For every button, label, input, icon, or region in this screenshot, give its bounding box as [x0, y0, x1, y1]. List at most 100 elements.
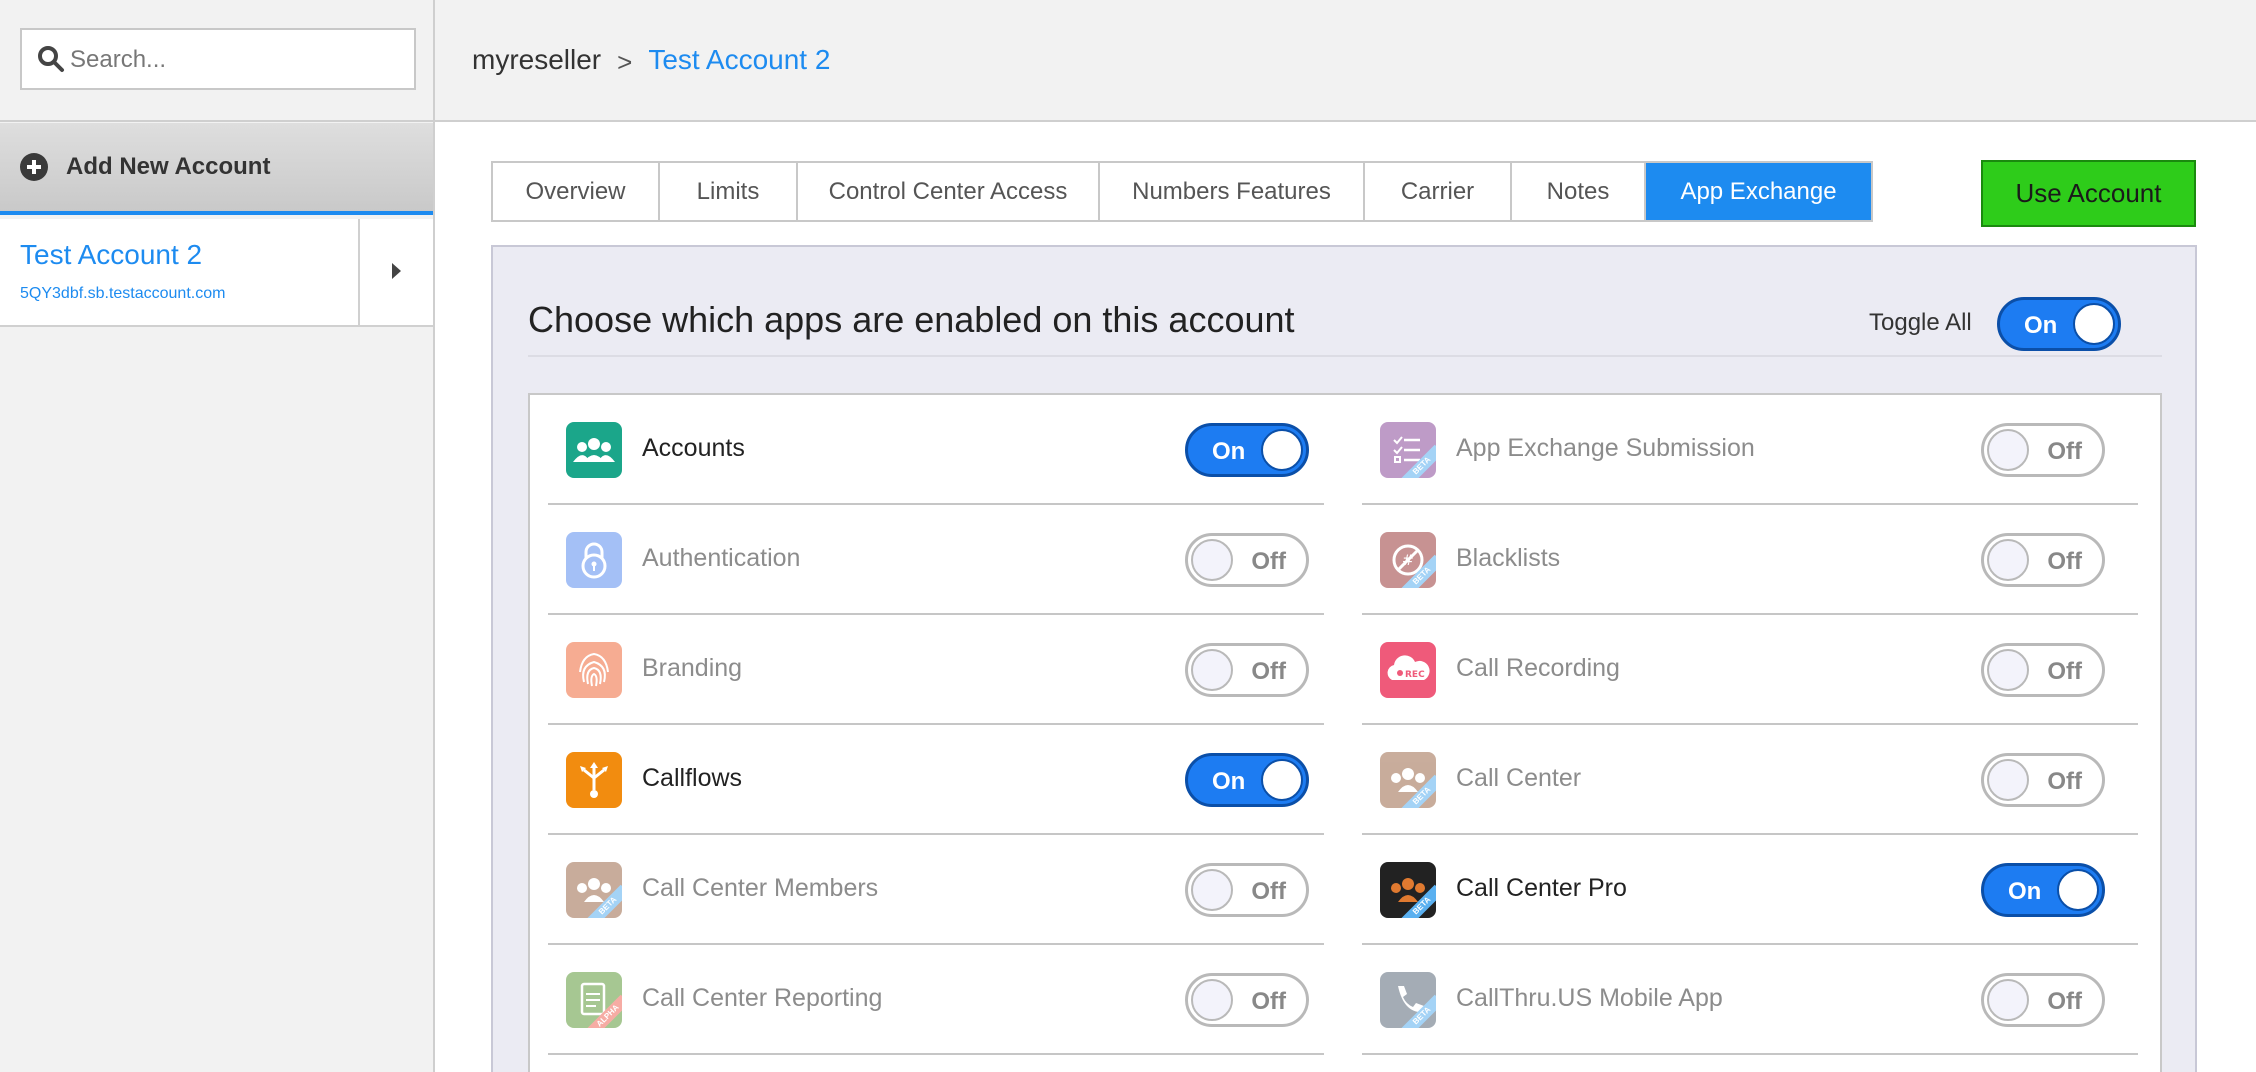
- app-name: Call Center Members: [642, 874, 879, 902]
- call-center-members-icon: BETA: [566, 862, 622, 918]
- submission-list-icon: BETA: [1380, 422, 1436, 478]
- app-name: Call Recording: [1456, 654, 1620, 682]
- tab-app-exchange[interactable]: App Exchange: [1646, 163, 1871, 220]
- app-toggle-call-center-reporting[interactable]: Off: [1185, 973, 1309, 1027]
- search-area: [0, 0, 433, 122]
- app-row-app-exchange-submission: BETA App Exchange Submission Off: [1362, 395, 2138, 505]
- app-toggle-app-exchange-submission[interactable]: Off: [1981, 423, 2105, 477]
- app-row-blacklists: # BETA Blacklists Off: [1362, 505, 2138, 615]
- app-toggle-branding[interactable]: Off: [1185, 643, 1309, 697]
- toggle-state-label: Off: [2047, 768, 2082, 795]
- toggle-knob: [1987, 759, 2029, 801]
- toggle-knob: [1261, 429, 1303, 471]
- tab-bar: Overview Limits Control Center Access Nu…: [491, 161, 1873, 222]
- cloud-rec-icon: REC: [1380, 642, 1436, 698]
- breadcrumb-root[interactable]: myreseller: [472, 44, 601, 76]
- breadcrumb-current[interactable]: Test Account 2: [648, 44, 830, 76]
- app-name: CallThru.US Mobile App: [1456, 984, 1723, 1012]
- plus-circle-icon: [20, 153, 48, 181]
- app-name: Call Center Pro: [1456, 874, 1627, 902]
- app-name: Accounts: [642, 434, 745, 462]
- app-name: Callflows: [642, 764, 743, 792]
- app-grid: Accounts On Authentication Off Branding: [528, 393, 2162, 1072]
- app-row-authentication: Authentication Off: [548, 505, 1324, 615]
- toggle-knob: [1191, 979, 1233, 1021]
- app-name: Blacklists: [1456, 544, 1561, 572]
- call-center-pro-icon: BETA: [1380, 862, 1436, 918]
- toggle-state-label: Off: [2047, 438, 2082, 465]
- app-toggle-authentication[interactable]: Off: [1185, 533, 1309, 587]
- app-row-call-center-reporting: ALPHA Call Center Reporting Off: [548, 945, 1324, 1055]
- search-input[interactable]: [70, 40, 400, 80]
- app-toggle-accounts[interactable]: On: [1185, 423, 1309, 477]
- toggle-state-label: On: [2024, 312, 2058, 339]
- toggle-state-label: On: [2008, 878, 2042, 905]
- tab-numbers-features[interactable]: Numbers Features: [1100, 163, 1365, 220]
- app-row-call-center-pro: BETA Call Center Pro On: [1362, 835, 2138, 945]
- panel-title: Choose which apps are enabled on this ac…: [528, 299, 1295, 340]
- app-row-callflows: Callflows On: [548, 725, 1324, 835]
- app-toggle-callthru-us-mobile-app[interactable]: Off: [1981, 973, 2105, 1027]
- app-toggle-call-recording[interactable]: Off: [1981, 643, 2105, 697]
- app-toggle-call-center-pro[interactable]: On: [1981, 863, 2105, 917]
- app-row-callthru-us-mobile-app: BETA CallThru.US Mobile App Off: [1362, 945, 2138, 1055]
- app-name: Branding: [642, 654, 743, 682]
- app-row-call-recording: REC Call Recording Off: [1362, 615, 2138, 725]
- divider: [528, 355, 2162, 357]
- lock-icon: [566, 532, 622, 588]
- app-toggle-blacklists[interactable]: Off: [1981, 533, 2105, 587]
- toggle-knob: [1261, 759, 1303, 801]
- app-name: Authentication: [642, 544, 801, 572]
- add-new-account-button[interactable]: Add New Account: [0, 123, 433, 215]
- tab-carrier[interactable]: Carrier: [1365, 163, 1512, 220]
- tab-limits[interactable]: Limits: [660, 163, 798, 220]
- account-name[interactable]: Test Account 2: [20, 239, 358, 271]
- call-center-icon: BETA: [1380, 752, 1436, 808]
- chevron-right-icon: >: [617, 46, 633, 77]
- toggle-knob: [2073, 303, 2115, 345]
- sidebar: Add New Account Test Account 2 5QY3dbf.s…: [0, 0, 435, 1072]
- toggle-state-label: Off: [1251, 878, 1286, 905]
- toggle-all-switch[interactable]: On: [1997, 297, 2121, 351]
- app-name: Call Center: [1456, 764, 1582, 792]
- app-toggle-call-center[interactable]: Off: [1981, 753, 2105, 807]
- toggle-state-label: Off: [2047, 658, 2082, 685]
- use-account-button[interactable]: Use Account: [1981, 160, 2196, 227]
- toggle-state-label: Off: [2047, 548, 2082, 575]
- toggle-knob: [1191, 539, 1233, 581]
- add-new-account-label: Add New Account: [66, 153, 271, 180]
- report-icon: ALPHA: [566, 972, 622, 1028]
- tab-notes[interactable]: Notes: [1512, 163, 1646, 220]
- callflows-icon: [566, 752, 622, 808]
- app-row-accounts: Accounts On: [548, 395, 1324, 505]
- phone-icon: BETA: [1380, 972, 1436, 1028]
- app-toggle-call-center-members[interactable]: Off: [1185, 863, 1309, 917]
- search-box[interactable]: [20, 28, 416, 90]
- tab-overview[interactable]: Overview: [493, 163, 660, 220]
- toggle-state-label: Off: [1251, 658, 1286, 685]
- toggle-knob: [1987, 539, 2029, 581]
- app-row-call-center: BETA Call Center Off: [1362, 725, 2138, 835]
- app-row-branding: Branding Off: [548, 615, 1324, 725]
- app-toggle-callflows[interactable]: On: [1185, 753, 1309, 807]
- tab-control-center-access[interactable]: Control Center Access: [798, 163, 1100, 220]
- caret-right-icon[interactable]: [392, 263, 401, 279]
- account-realm: 5QY3dbf.sb.testaccount.com: [20, 285, 226, 302]
- breadcrumb: myreseller > Test Account 2: [435, 0, 2256, 122]
- toggle-knob: [1191, 649, 1233, 691]
- toggle-state-label: Off: [1251, 548, 1286, 575]
- app-name: App Exchange Submission: [1456, 434, 1755, 462]
- app-row-call-center-members: BETA Call Center Members Off: [548, 835, 1324, 945]
- svg-text:REC: REC: [1405, 670, 1425, 680]
- fingerprint-icon: [566, 642, 622, 698]
- toggle-state-label: Off: [2047, 988, 2082, 1015]
- accounts-icon: [566, 422, 622, 478]
- toggle-state-label: Off: [1251, 988, 1286, 1015]
- toggle-knob: [1987, 429, 2029, 471]
- toggle-state-label: On: [1212, 768, 1246, 795]
- svg-text:#: #: [1402, 553, 1414, 569]
- account-info[interactable]: Test Account 2 5QY3dbf.sb.testaccount.co…: [0, 219, 360, 327]
- toggle-all-label: Toggle All: [1869, 309, 1972, 336]
- app-name: Call Center Reporting: [642, 984, 883, 1012]
- account-list-item[interactable]: Test Account 2 5QY3dbf.sb.testaccount.co…: [0, 219, 433, 327]
